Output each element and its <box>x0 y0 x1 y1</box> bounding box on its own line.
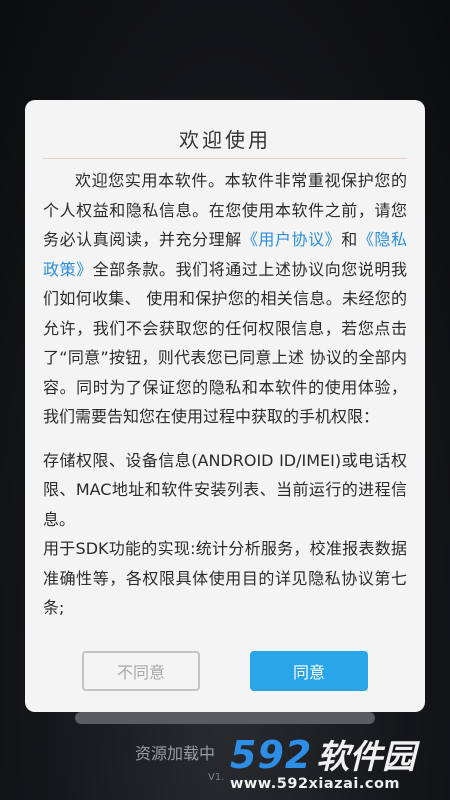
disagree-button[interactable]: 不同意 <box>82 651 200 691</box>
sdk-paragraph: 用于SDK功能的实现:统计分析服务，校准报表数据准确性等，各权限具体使用目的详见… <box>43 539 407 617</box>
title-divider <box>43 158 407 159</box>
dialog-title: 欢迎使用 <box>179 128 271 152</box>
watermark-brand: 软件园 <box>316 737 416 776</box>
user-agreement-link[interactable]: 《用户协议》 <box>242 230 341 249</box>
watermark-logo: 592 软件园 <box>230 730 415 778</box>
loading-progress-bar <box>75 712 375 724</box>
intro-text-2: 和 <box>341 230 358 249</box>
intro-paragraph: 欢迎您实用本软件。本软件非常重视保护您的个人权益和隐私信息。在您使用本软件之前，… <box>43 166 407 432</box>
dialog-body: 欢迎您实用本软件。本软件非常重视保护您的个人权益和隐私信息。在您使用本软件之前，… <box>43 166 407 623</box>
agree-button[interactable]: 同意 <box>250 651 368 691</box>
intro-text-3: 全部条款。我们将通过上述协议向您说明我们如何收集、 使用和保护您的相关信息。未经… <box>43 259 407 427</box>
privacy-dialog: 欢迎使用 欢迎您实用本软件。本软件非常重视保护您的个人权益和隐私信息。在您使用本… <box>25 100 425 712</box>
site-watermark: 592 软件园 www.592xiazai.com <box>222 730 450 800</box>
permissions-paragraph: 存储权限、设备信息(ANDROID ID/IMEI)或电话权限、MAC地址和软件… <box>43 450 407 529</box>
watermark-url: www.592xiazai.com <box>230 776 401 792</box>
watermark-number: 592 <box>230 733 313 777</box>
